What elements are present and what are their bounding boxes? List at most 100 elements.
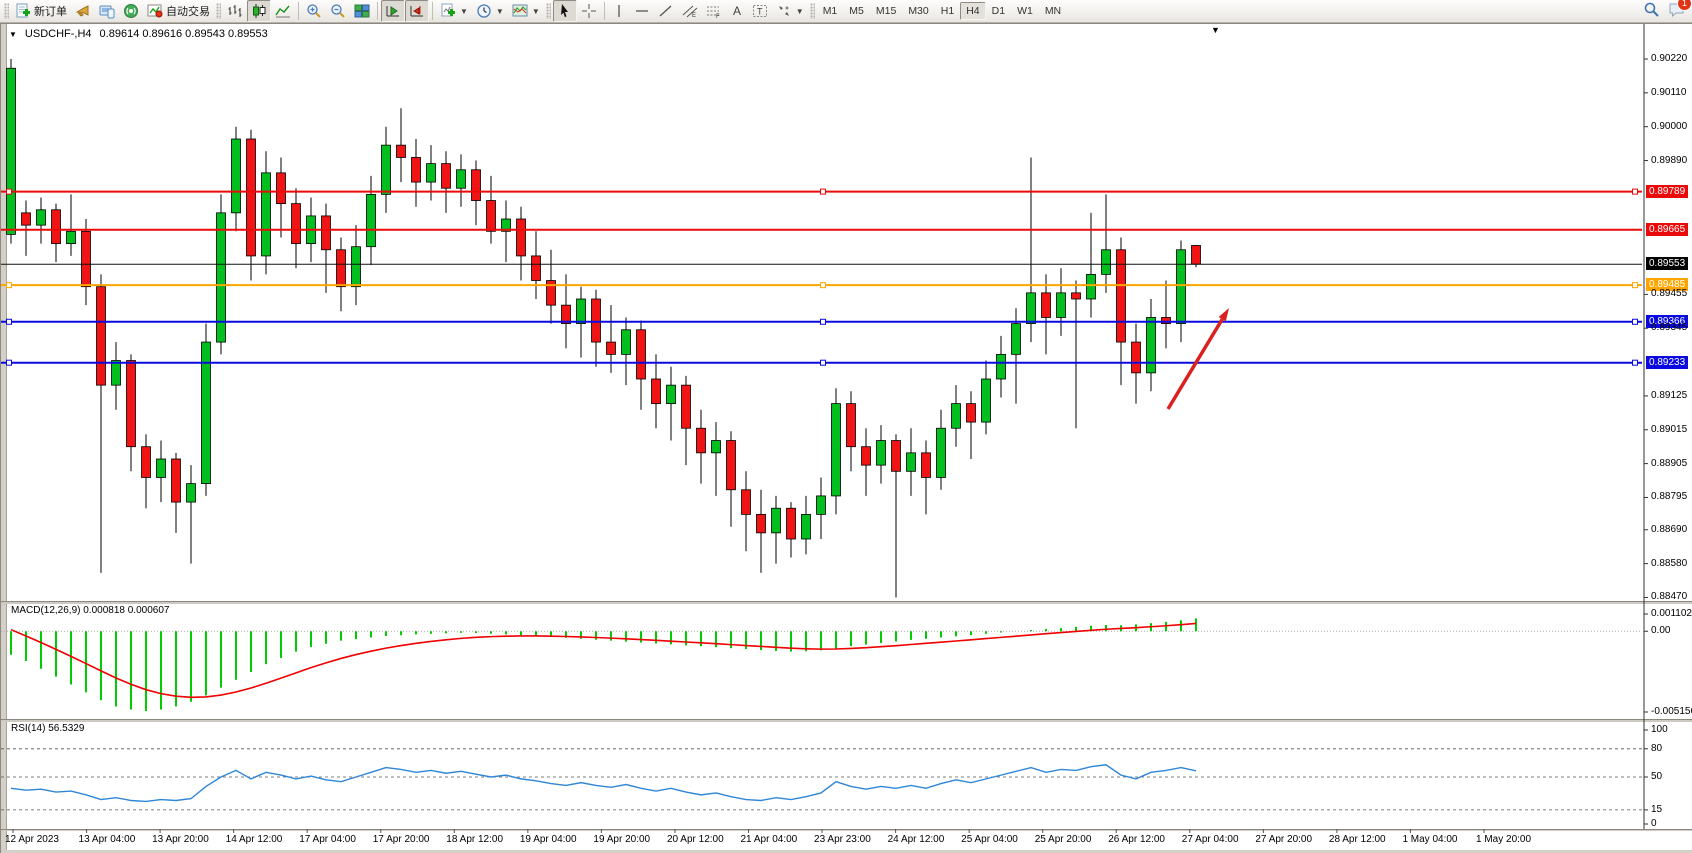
time-axis-label: 12 Apr 2023 bbox=[5, 834, 59, 845]
line-chart-button[interactable] bbox=[271, 0, 295, 22]
timeframe-button-MN[interactable]: MN bbox=[1039, 2, 1067, 20]
time-axis-label: 25 Apr 20:00 bbox=[1035, 834, 1092, 845]
timeframe-button-H4[interactable]: H4 bbox=[960, 2, 985, 20]
terminal-button[interactable] bbox=[95, 0, 119, 22]
price-tick-label: 0.88470 bbox=[1651, 591, 1687, 602]
timeframe-button-M5[interactable]: M5 bbox=[843, 2, 870, 20]
line-handle[interactable] bbox=[1633, 189, 1638, 194]
scroll-to-end-marker[interactable]: ▼ bbox=[1211, 25, 1220, 35]
time-axis-label: 23 Apr 23:00 bbox=[814, 834, 871, 845]
auto-scroll-button[interactable] bbox=[381, 0, 405, 22]
line-handle[interactable] bbox=[821, 360, 826, 365]
price-tick-label: 0.89345 bbox=[1651, 322, 1687, 333]
chart-plot[interactable] bbox=[1, 24, 1692, 853]
toolbar-drag-handle[interactable] bbox=[810, 3, 815, 19]
candlestick-chart-button[interactable] bbox=[247, 0, 271, 22]
new-order-label: 新订单 bbox=[34, 3, 67, 19]
symbol-timeframe-label: USDCHF-,H4 bbox=[25, 28, 92, 40]
timeframe-button-M15[interactable]: M15 bbox=[870, 2, 902, 20]
line-handle[interactable] bbox=[7, 319, 12, 324]
bar-chart-button[interactable] bbox=[223, 0, 247, 22]
time-axis-label: 28 Apr 12:00 bbox=[1329, 834, 1386, 845]
auto-scroll-icon bbox=[385, 3, 401, 19]
zoom-in-button[interactable] bbox=[302, 0, 326, 22]
line-handle[interactable] bbox=[7, 283, 12, 288]
channel-tool-button[interactable]: E bbox=[678, 0, 702, 22]
line-handle[interactable] bbox=[1633, 283, 1638, 288]
svg-text:F: F bbox=[716, 14, 720, 19]
time-axis-label: 24 Apr 12:00 bbox=[888, 834, 945, 845]
timeframe-button-M30[interactable]: M30 bbox=[902, 2, 934, 20]
svg-text:A: A bbox=[733, 4, 741, 18]
period-button[interactable]: ▼ bbox=[472, 0, 508, 22]
autotrade-button[interactable]: 自动交易 bbox=[143, 0, 214, 22]
cursor-button[interactable] bbox=[553, 0, 577, 22]
new-chart-icon bbox=[440, 3, 456, 19]
timeframe-button-D1[interactable]: D1 bbox=[986, 2, 1011, 20]
price-tick-label: 0.88690 bbox=[1651, 524, 1687, 535]
mql-community-icon bbox=[123, 3, 139, 19]
line-handle[interactable] bbox=[821, 319, 826, 324]
rsi-level-label: 50 bbox=[1651, 771, 1662, 782]
tile-windows-icon bbox=[354, 3, 370, 19]
search-icon[interactable] bbox=[1643, 1, 1660, 23]
crosshair-button[interactable] bbox=[577, 0, 601, 22]
vertical-line-tool-button[interactable] bbox=[608, 0, 630, 22]
toolbar-separator bbox=[298, 2, 299, 20]
horn-icon bbox=[75, 3, 91, 19]
time-axis-label: 19 Apr 20:00 bbox=[593, 834, 650, 845]
trendline-tool-button[interactable] bbox=[654, 0, 678, 22]
chevron-down-icon: ▼ bbox=[496, 7, 504, 16]
price-tick-label: 0.90000 bbox=[1651, 121, 1687, 132]
time-axis-label: 13 Apr 04:00 bbox=[79, 834, 136, 845]
line-handle[interactable] bbox=[7, 189, 12, 194]
horizontal-line-tool-button[interactable] bbox=[630, 0, 654, 22]
line-handle[interactable] bbox=[1633, 319, 1638, 324]
tile-windows-button[interactable] bbox=[350, 0, 374, 22]
price-tick-label: 0.89015 bbox=[1651, 424, 1687, 435]
price-tick-label: 0.90110 bbox=[1651, 87, 1686, 98]
toolbar-drag-handle[interactable] bbox=[216, 3, 221, 19]
chart-window: ▼ USDCHF-,H4 0.89614 0.89616 0.89543 0.8… bbox=[0, 23, 1692, 853]
line-handle[interactable] bbox=[7, 360, 12, 365]
arrows-icon bbox=[776, 3, 792, 19]
terminal-icon bbox=[99, 3, 115, 19]
timeframe-button-H1[interactable]: H1 bbox=[935, 2, 960, 20]
time-axis-label: 18 Apr 12:00 bbox=[446, 834, 503, 845]
zoom-out-button[interactable] bbox=[326, 0, 350, 22]
zoom-in-icon bbox=[306, 3, 322, 19]
indicators-button[interactable]: ▼ bbox=[508, 0, 544, 22]
community-button[interactable] bbox=[119, 0, 143, 22]
time-axis-label: 14 Apr 12:00 bbox=[226, 834, 283, 845]
time-axis-label: 25 Apr 04:00 bbox=[961, 834, 1018, 845]
ohlc-values: 0.89614 0.89616 0.89543 0.89553 bbox=[100, 28, 268, 40]
symbol-dropdown-icon[interactable]: ▼ bbox=[9, 30, 17, 39]
toolbar-drag-handle[interactable] bbox=[546, 3, 551, 19]
chart-shift-button[interactable] bbox=[405, 0, 429, 22]
line-handle[interactable] bbox=[821, 283, 826, 288]
new-order-button[interactable]: 新订单 bbox=[11, 0, 71, 22]
time-axis-label: 13 Apr 20:00 bbox=[152, 834, 209, 845]
toolbar-drag-handle[interactable] bbox=[4, 3, 9, 19]
text-label-icon: T bbox=[752, 3, 768, 19]
chart-shift-icon bbox=[409, 3, 425, 19]
line-handle[interactable] bbox=[821, 189, 826, 194]
price-line-label: 0.89789 bbox=[1646, 185, 1688, 198]
text-label-tool-button[interactable]: T bbox=[748, 0, 772, 22]
price-tick-label: 0.88905 bbox=[1651, 458, 1687, 469]
chat-button[interactable]: 1 bbox=[1668, 1, 1686, 23]
new-chart-button[interactable]: ▼ bbox=[436, 0, 472, 22]
candlestick-chart-icon bbox=[251, 3, 267, 19]
price-tick-label: 0.89890 bbox=[1651, 155, 1687, 166]
notification-badge: 1 bbox=[1677, 0, 1692, 11]
text-tool-button[interactable]: A bbox=[726, 0, 748, 22]
fibonacci-tool-button[interactable]: F bbox=[702, 0, 726, 22]
price-tick-label: 0.89125 bbox=[1651, 390, 1687, 401]
alerts-button[interactable] bbox=[71, 0, 95, 22]
toolbar: 新订单 自动交易 bbox=[0, 0, 1692, 23]
timeframe-button-M1[interactable]: M1 bbox=[817, 2, 844, 20]
mt4-application: 新订单 自动交易 bbox=[0, 0, 1692, 853]
timeframe-button-W1[interactable]: W1 bbox=[1011, 2, 1039, 20]
line-handle[interactable] bbox=[1633, 360, 1638, 365]
arrows-tool-button[interactable]: ▼ bbox=[772, 0, 808, 22]
